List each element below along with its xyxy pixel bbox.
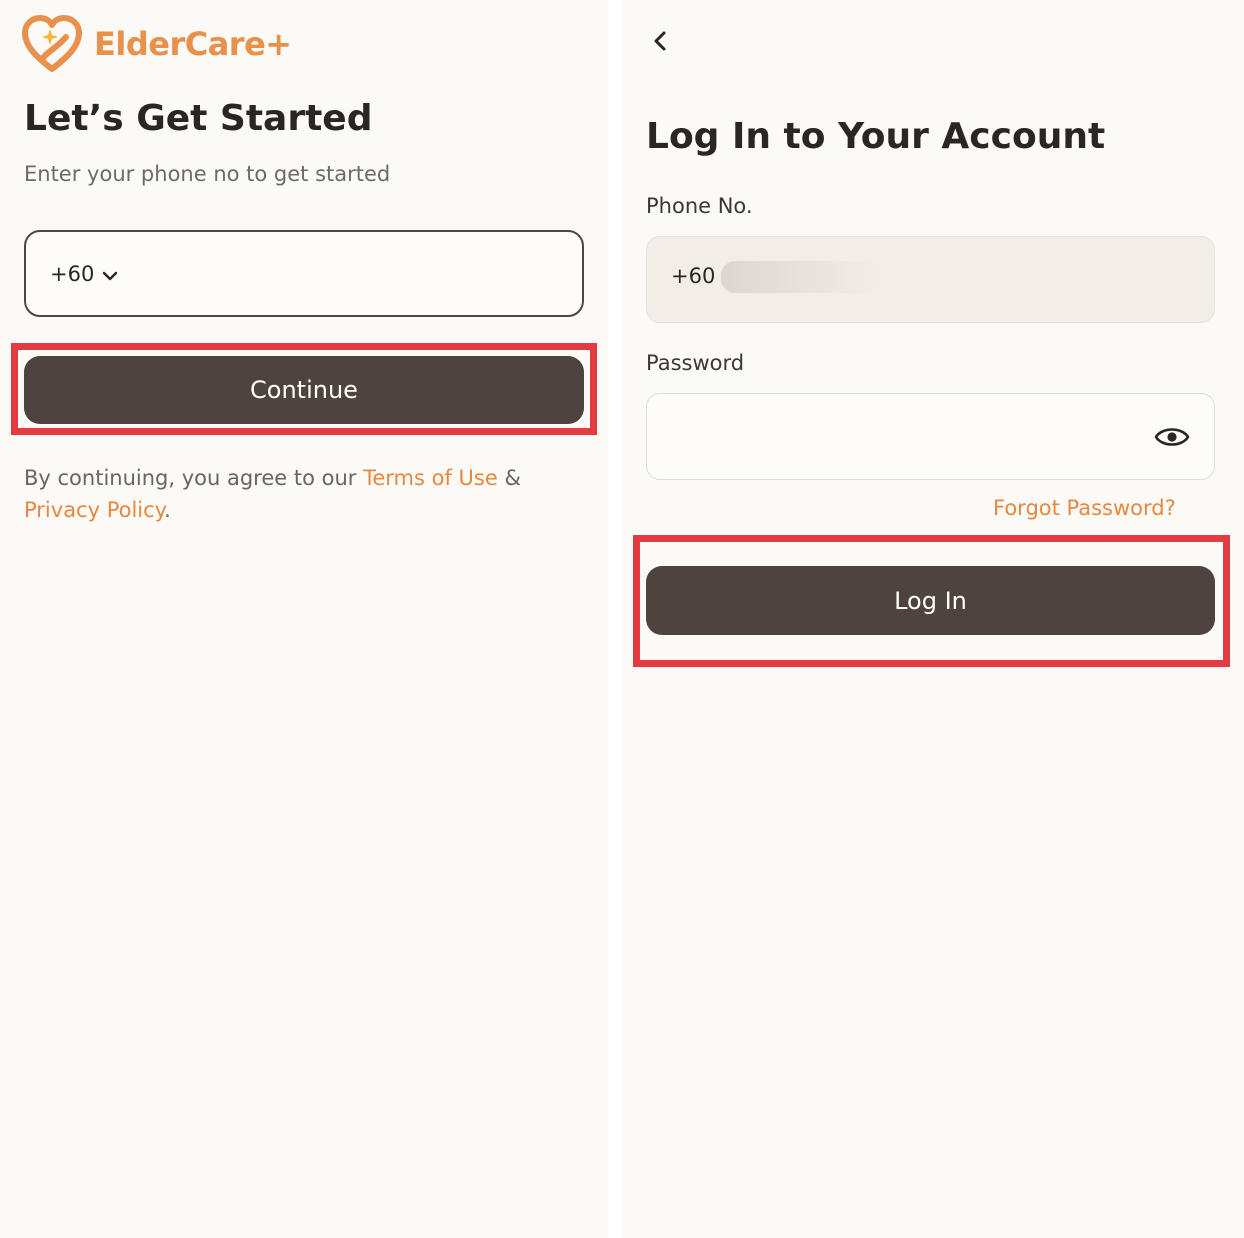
app-logo: ElderCare+: [22, 14, 292, 74]
phone-field: +60: [646, 236, 1215, 323]
chevron-down-icon: [103, 271, 118, 281]
phone-value: +60: [671, 264, 716, 288]
terms-join: &: [497, 466, 521, 490]
phone-label: Phone No.: [646, 194, 753, 218]
brand-name: ElderCare+: [94, 25, 292, 63]
phone-input[interactable]: +60: [24, 230, 584, 317]
page-title: Let’s Get Started: [24, 98, 373, 139]
chevron-left-icon[interactable]: [646, 26, 674, 56]
eye-icon[interactable]: [1154, 422, 1190, 452]
privacy-policy-link[interactable]: Privacy Policy: [24, 498, 164, 522]
terms-text: By continuing, you agree to our Terms of…: [24, 462, 584, 526]
password-field[interactable]: [646, 393, 1215, 480]
terms-of-use-link[interactable]: Terms of Use: [363, 466, 498, 490]
forgot-password-link[interactable]: Forgot Password?: [993, 496, 1176, 520]
country-code-value: +60: [50, 262, 95, 286]
redacted-phone-number: [721, 261, 881, 293]
login-button[interactable]: Log In: [646, 566, 1215, 635]
terms-suffix: .: [164, 498, 171, 522]
terms-prefix: By continuing, you agree to our: [24, 466, 364, 490]
heart-logo-icon: [22, 15, 82, 72]
login-title: Log In to Your Account: [646, 116, 1106, 157]
page-subtitle: Enter your phone no to get started: [24, 162, 391, 186]
continue-button[interactable]: Continue: [24, 356, 584, 424]
country-code-select[interactable]: +60: [50, 256, 118, 292]
password-label: Password: [646, 351, 745, 375]
